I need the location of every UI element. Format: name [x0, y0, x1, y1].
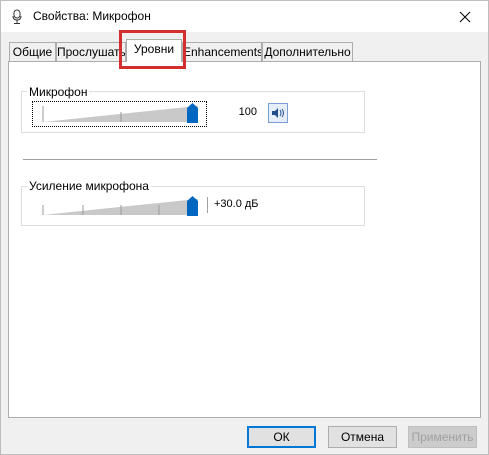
tab-listen[interactable]: Прослушать [56, 42, 126, 61]
tab-advanced[interactable]: Дополнительно [262, 42, 353, 61]
speaker-icon [272, 108, 284, 118]
boost-value: +30.0 дБ [214, 198, 259, 210]
microphone-slider-thumb[interactable] [187, 103, 198, 123]
boost-value-box: +30.0 дБ [207, 197, 259, 213]
boost-slider-thumb[interactable] [187, 196, 198, 216]
boost-label: Усиление микрофона [27, 179, 151, 193]
levels-panel: Микрофон 100 Усиление микрофона +30.0 дБ [8, 61, 481, 418]
tab-strip: Общие Прослушать Уровни Enhancements Доп… [1, 39, 488, 62]
window-title: Свойства: Микрофон [33, 9, 151, 23]
microphone-icon [12, 9, 22, 24]
boost-slider[interactable] [41, 195, 201, 217]
microphone-value: 100 [238, 106, 257, 118]
divider [23, 159, 377, 160]
cancel-button[interactable]: Отмена [328, 426, 397, 448]
mute-button[interactable] [268, 103, 288, 123]
tab-general[interactable]: Общие [9, 42, 56, 61]
apply-button[interactable]: Применить [408, 426, 477, 448]
close-icon [459, 11, 471, 22]
title-bar: Свойства: Микрофон [1, 1, 488, 32]
close-button[interactable] [442, 1, 488, 32]
microphone-label: Микрофон [27, 85, 90, 99]
tab-enhancements[interactable]: Enhancements [182, 42, 262, 61]
ok-button[interactable]: ОК [247, 426, 316, 448]
properties-window: Свойства: Микрофон Общие Прослушать Уров… [0, 0, 489, 455]
microphone-slider[interactable] [41, 102, 201, 124]
tab-levels[interactable]: Уровни [126, 39, 182, 62]
